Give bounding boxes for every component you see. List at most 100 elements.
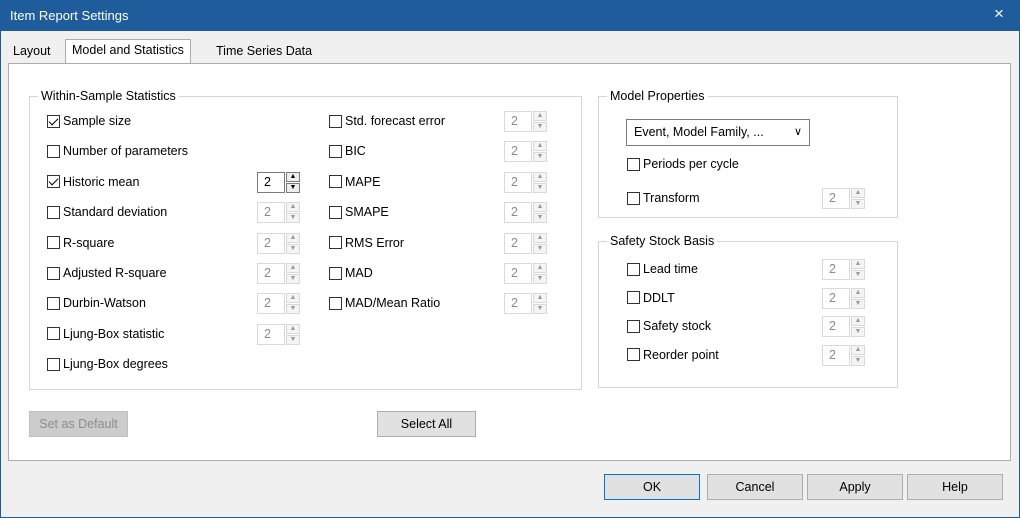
mad-mean-ratio-spinner[interactable]: 2 ▲ ▼ xyxy=(504,293,547,315)
historic-mean-row[interactable]: Historic mean xyxy=(47,172,139,192)
spin-up-icon[interactable]: ▲ xyxy=(533,232,547,243)
spin-up-icon[interactable]: ▲ xyxy=(286,232,300,243)
spin-down-icon[interactable]: ▼ xyxy=(286,243,300,254)
adjusted-r-square-row[interactable]: Adjusted R-square xyxy=(47,263,167,283)
smape-checkbox[interactable] xyxy=(329,205,342,219)
spin-up-icon[interactable]: ▲ xyxy=(533,202,547,213)
spin-down-icon[interactable]: ▼ xyxy=(533,213,547,224)
spinner-value[interactable]: 2 xyxy=(504,141,532,163)
tab-model-and-statistics[interactable]: Model and Statistics xyxy=(65,39,191,63)
spinner-value[interactable]: 2 xyxy=(504,293,532,315)
ljung-box-degrees-checkbox[interactable] xyxy=(47,357,60,371)
smape-row[interactable]: SMAPE xyxy=(329,202,389,222)
spin-down-icon[interactable]: ▼ xyxy=(533,274,547,284)
spinner-value[interactable]: 2 xyxy=(822,344,850,366)
spin-down-icon[interactable]: ▼ xyxy=(533,122,547,132)
mape-checkbox[interactable] xyxy=(329,175,342,189)
spin-up-icon[interactable]: ▲ xyxy=(533,293,547,304)
spin-up-icon[interactable]: ▲ xyxy=(533,141,547,152)
cancel-button[interactable]: Cancel xyxy=(707,474,803,500)
spinner-value[interactable]: 2 xyxy=(257,171,285,193)
spinner-value[interactable]: 2 xyxy=(504,232,532,254)
spin-up-icon[interactable]: ▲ xyxy=(851,344,865,355)
rms-error-row[interactable]: RMS Error xyxy=(329,233,404,253)
close-icon[interactable]: × xyxy=(987,3,1011,25)
spin-up-icon[interactable]: ▲ xyxy=(286,323,300,334)
std-forecast-error-spinner[interactable]: 2 ▲ ▼ xyxy=(504,111,547,132)
spin-down-icon[interactable]: ▼ xyxy=(533,304,547,315)
spin-up-icon[interactable]: ▲ xyxy=(851,316,865,326)
spinner-value[interactable]: 2 xyxy=(504,171,532,193)
spinner-value[interactable]: 2 xyxy=(257,323,285,345)
spinner-value[interactable]: 2 xyxy=(822,259,850,280)
reorder-point-spinner[interactable]: 2 ▲ ▼ xyxy=(822,344,865,366)
mad-row[interactable]: MAD xyxy=(329,263,373,283)
spinner-value[interactable]: 2 xyxy=(257,263,285,284)
sample-size-checkbox[interactable] xyxy=(47,114,60,128)
reorder-point-checkbox[interactable] xyxy=(627,348,640,361)
spin-up-icon[interactable]: ▲ xyxy=(533,171,547,182)
bic-spinner[interactable]: 2 ▲ ▼ xyxy=(504,141,547,163)
spin-up-icon[interactable]: ▲ xyxy=(533,263,547,273)
ddlt-spinner[interactable]: 2 ▲ ▼ xyxy=(822,287,865,309)
help-button[interactable]: Help xyxy=(907,474,1003,500)
spin-down-icon[interactable]: ▼ xyxy=(851,298,865,309)
mad-checkbox[interactable] xyxy=(329,266,342,280)
spinner-value[interactable]: 2 xyxy=(822,316,850,337)
mad-spinner[interactable]: 2 ▲ ▼ xyxy=(504,263,547,284)
transform-checkbox[interactable] xyxy=(627,191,640,205)
ddlt-checkbox[interactable] xyxy=(627,291,640,304)
spin-up-icon[interactable]: ▲ xyxy=(851,259,865,269)
standard-deviation-spinner[interactable]: 2 ▲ ▼ xyxy=(257,202,300,224)
tab-time-series-data[interactable]: Time Series Data xyxy=(210,41,318,63)
periods-per-cycle-checkbox[interactable] xyxy=(627,157,640,171)
spinner-value[interactable]: 2 xyxy=(257,293,285,315)
number-of-parameters-row[interactable]: Number of parameters xyxy=(47,141,188,161)
r-square-row[interactable]: R-square xyxy=(47,233,114,253)
std-forecast-error-row[interactable]: Std. forecast error xyxy=(329,111,445,131)
historic-mean-checkbox[interactable] xyxy=(47,175,60,189)
r-square-checkbox[interactable] xyxy=(47,236,60,250)
ljung-box-statistic-checkbox[interactable] xyxy=(47,327,60,341)
spin-down-icon[interactable]: ▼ xyxy=(286,274,300,284)
ljung-box-statistic-spinner[interactable]: 2 ▲ ▼ xyxy=(257,323,300,345)
mad-mean-ratio-checkbox[interactable] xyxy=(329,296,342,310)
durbin-watson-checkbox[interactable] xyxy=(47,296,60,310)
title-bar[interactable]: Item Report Settings × xyxy=(1,1,1019,31)
sample-size-row[interactable]: Sample size xyxy=(47,111,131,131)
std-forecast-error-checkbox[interactable] xyxy=(329,114,342,128)
spinner-value[interactable]: 2 xyxy=(504,263,532,284)
tab-layout[interactable]: Layout xyxy=(7,41,57,63)
periods-per-cycle-row[interactable]: Periods per cycle xyxy=(627,154,739,174)
smape-spinner[interactable]: 2 ▲ ▼ xyxy=(504,202,547,224)
standard-deviation-row[interactable]: Standard deviation xyxy=(47,202,167,222)
durbin-watson-row[interactable]: Durbin-Watson xyxy=(47,293,146,313)
transform-spinner[interactable]: 2 ▲ ▼ xyxy=(822,188,865,209)
spinner-value[interactable]: 2 xyxy=(822,287,850,309)
bic-row[interactable]: BIC xyxy=(329,141,366,161)
mape-spinner[interactable]: 2 ▲ ▼ xyxy=(504,171,547,193)
spin-down-icon[interactable]: ▼ xyxy=(851,270,865,280)
adjusted-r-square-checkbox[interactable] xyxy=(47,266,60,280)
safety-stock-row[interactable]: Safety stock xyxy=(627,316,711,336)
spin-up-icon[interactable]: ▲ xyxy=(533,111,547,121)
apply-button[interactable]: Apply xyxy=(807,474,903,500)
spin-down-icon[interactable]: ▼ xyxy=(286,304,300,315)
rms-error-checkbox[interactable] xyxy=(329,236,342,250)
transform-row[interactable]: Transform xyxy=(627,188,700,208)
spin-down-icon[interactable]: ▼ xyxy=(286,213,300,224)
spin-down-icon[interactable]: ▼ xyxy=(851,327,865,337)
spin-down-icon[interactable]: ▼ xyxy=(533,152,547,163)
lead-time-spinner[interactable]: 2 ▲ ▼ xyxy=(822,259,865,280)
ljung-box-statistic-row[interactable]: Ljung-Box statistic xyxy=(47,324,164,344)
spin-down-icon[interactable]: ▼ xyxy=(286,334,300,345)
spin-down-icon[interactable]: ▼ xyxy=(533,182,547,193)
ljung-box-degrees-row[interactable]: Ljung-Box degrees xyxy=(47,354,168,374)
historic-mean-spinner[interactable]: 2 ▲ ▼ xyxy=(257,171,300,193)
standard-deviation-checkbox[interactable] xyxy=(47,205,60,219)
spin-up-icon[interactable]: ▲ xyxy=(851,287,865,298)
select-all-button[interactable]: Select All xyxy=(377,411,476,437)
rms-error-spinner[interactable]: 2 ▲ ▼ xyxy=(504,232,547,254)
number-of-parameters-checkbox[interactable] xyxy=(47,144,60,158)
spin-up-icon[interactable]: ▲ xyxy=(851,188,865,198)
